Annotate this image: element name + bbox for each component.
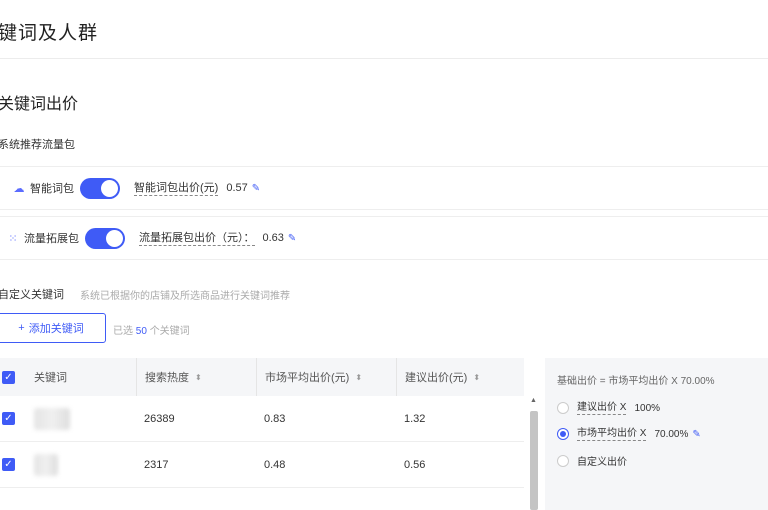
package-price-value: 0.63: [262, 232, 284, 244]
table-header: ✓ 关键词 搜索热度 ⬍ 市场平均出价(元) ⬍ 建议出价(元) ⬍: [0, 358, 524, 396]
expand-package-toggle[interactable]: [85, 227, 125, 249]
option-suggest-price[interactable]: 建议出价 X 100%: [557, 401, 768, 415]
bid-strategy-panel: 基础出价 = 市场平均出价 X 70.00% 建议出价 X 100% 市场平均出…: [545, 358, 768, 510]
custom-keywords-hint: 系统已根据你的店铺及所选商品进行关键词推荐: [80, 291, 290, 302]
avg-price: 0.83: [264, 412, 286, 425]
scroll-up-icon[interactable]: ▲: [530, 397, 537, 404]
edit-icon[interactable]: ✎: [288, 233, 296, 244]
sort-icon[interactable]: ⬍: [473, 373, 480, 382]
keyword-table: ✓ 关键词 搜索热度 ⬍ 市场平均出价(元) ⬍ 建议出价(元) ⬍ ✓ 26389 …: [0, 358, 524, 488]
radio-button[interactable]: [557, 428, 569, 440]
smart-package-toggle[interactable]: [80, 177, 120, 199]
search-heat: 26389: [144, 412, 175, 425]
row-checkbox[interactable]: ✓: [2, 412, 15, 425]
divider: [0, 58, 768, 59]
package-row-expand: ⁙ 流量拓展包 流量拓展包出价（元）： 0.63 ✎: [0, 216, 768, 260]
package-title: 系统推荐流量包: [0, 139, 75, 151]
add-keyword-button[interactable]: + 添加关键词: [0, 313, 106, 343]
sort-icon[interactable]: ⬍: [355, 373, 362, 382]
avg-price: 0.48: [264, 458, 286, 471]
plus-icon: +: [18, 322, 25, 334]
package-price-value: 0.57: [226, 182, 248, 194]
select-all-checkbox[interactable]: ✓: [2, 370, 15, 384]
add-keyword-label: 添加关键词: [28, 323, 84, 335]
selected-count: 已选 50 个关键词: [113, 326, 190, 337]
bid-formula: 基础出价 = 市场平均出价 X 70.00%: [557, 376, 715, 387]
expand-icon: ⁙: [8, 232, 18, 245]
keyword-bid-title: 关键词出价: [0, 96, 79, 113]
page-title: 键词及人群: [0, 23, 99, 44]
package-name: 智能词包: [30, 183, 74, 195]
option-market-avg[interactable]: 市场平均出价 X 70.00% ✎: [557, 427, 768, 441]
blurred-keyword: [34, 453, 58, 476]
package-price-label: 流量拓展包出价（元）：: [139, 231, 255, 246]
column-header[interactable]: 市场平均出价(元): [265, 369, 349, 385]
option-label: 自定义出价: [577, 457, 627, 468]
row-checkbox[interactable]: ✓: [2, 458, 15, 471]
radio-button[interactable]: [557, 402, 569, 414]
option-custom[interactable]: 自定义出价: [557, 453, 768, 468]
sort-icon[interactable]: ⬍: [195, 373, 202, 382]
option-value: 70.00%: [654, 428, 689, 440]
package-row-smart: ☁ 智能词包 智能词包出价(元) 0.57 ✎: [0, 166, 768, 210]
column-header[interactable]: 建议出价(元): [405, 369, 467, 385]
radio-button[interactable]: [557, 454, 569, 467]
cloud-icon: ☁: [13, 182, 25, 195]
option-label: 市场平均出价 X: [577, 428, 647, 441]
package-name: 流量拓展包: [24, 233, 79, 245]
scroll-thumb[interactable]: [530, 411, 538, 510]
table-row: ✓ 2317 0.48 0.56: [0, 442, 524, 488]
custom-keywords-title: 自定义关键词: [0, 289, 64, 301]
edit-icon[interactable]: ✎: [692, 429, 700, 440]
table-scrollbar[interactable]: ▲: [527, 393, 541, 510]
edit-icon[interactable]: ✎: [252, 183, 260, 194]
column-header: 关键词: [34, 372, 67, 384]
table-row: ✓ 26389 0.83 1.32: [0, 396, 524, 442]
search-heat: 2317: [144, 458, 169, 471]
option-value: 100%: [634, 402, 661, 414]
suggest-price: 0.56: [404, 458, 426, 471]
blurred-keyword: [34, 407, 70, 430]
column-header[interactable]: 搜索热度: [145, 369, 189, 385]
package-price-label: 智能词包出价(元): [134, 181, 219, 196]
option-label: 建议出价 X: [577, 402, 627, 415]
suggest-price: 1.32: [404, 412, 426, 425]
